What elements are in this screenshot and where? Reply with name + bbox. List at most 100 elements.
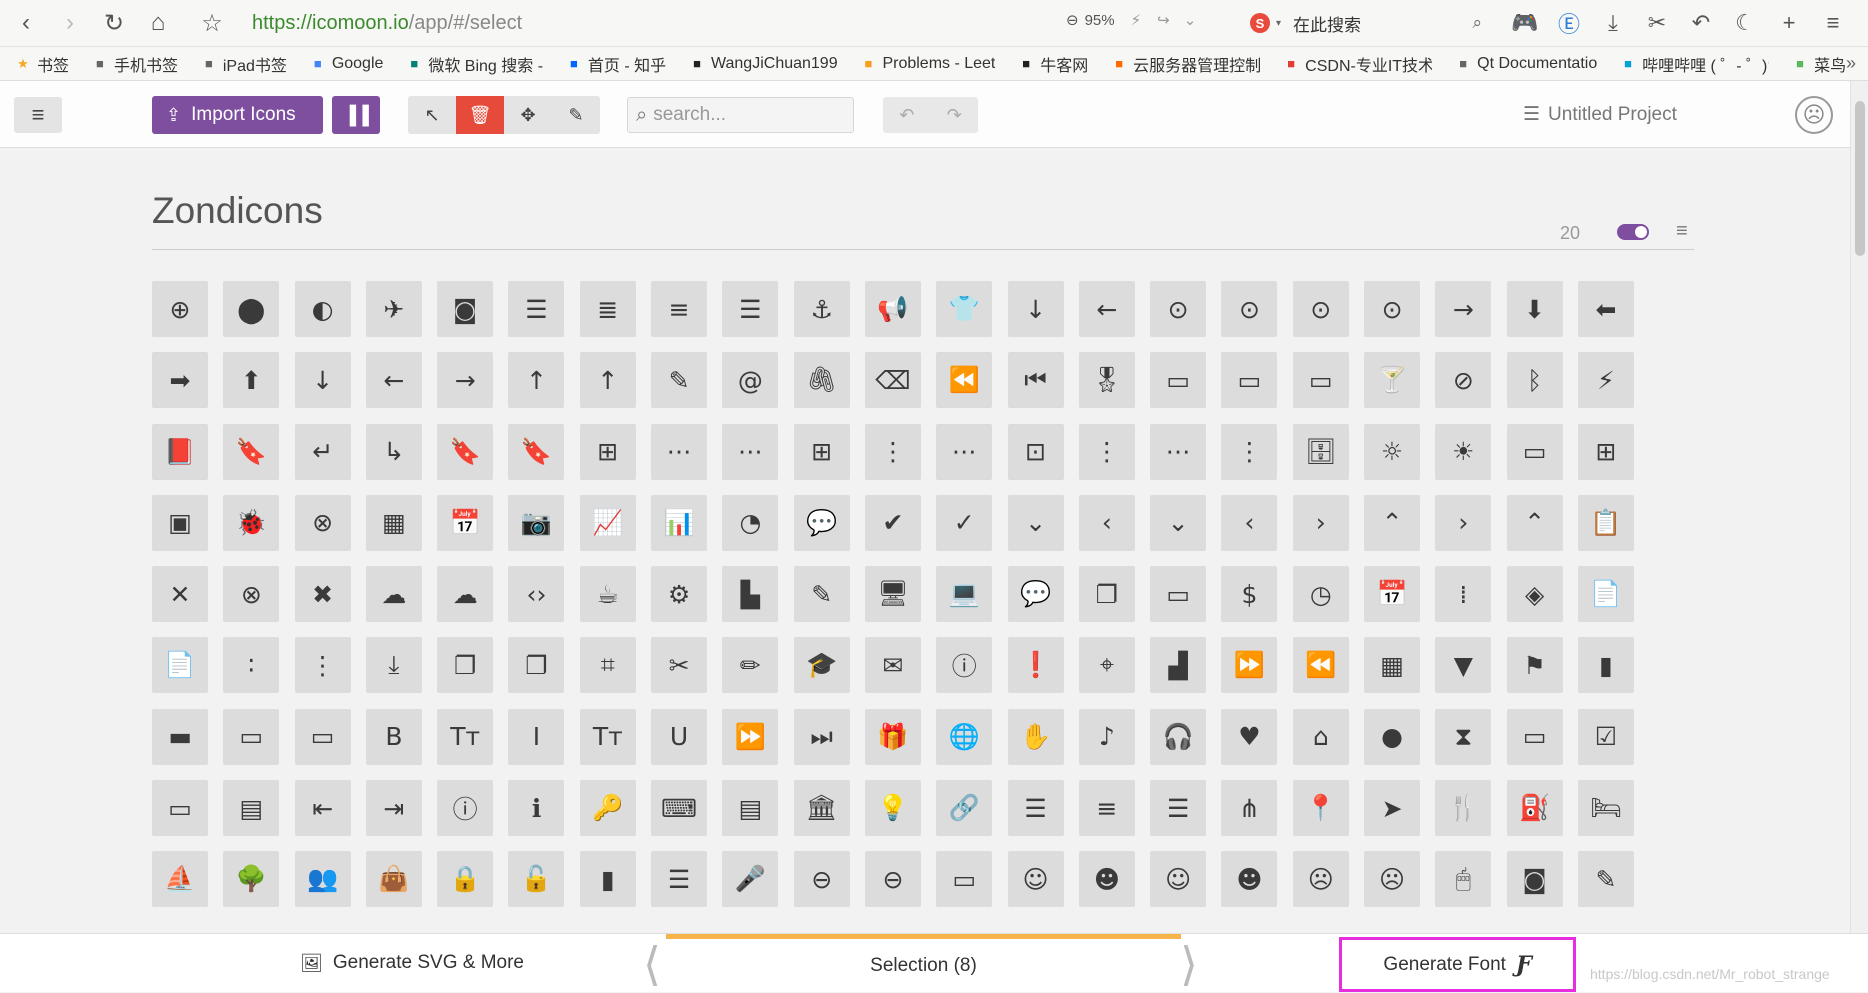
glyph-tile[interactable]: 📊 — [651, 494, 708, 551]
selection-button[interactable]: Selection (8) — [666, 934, 1181, 993]
glyph-tile[interactable]: ☰ — [508, 281, 565, 337]
glyph-tile[interactable]: I — [508, 708, 565, 765]
glyph-tile[interactable]: ☼ — [1364, 423, 1421, 480]
glyph-tile[interactable]: ▭ — [223, 708, 280, 765]
glyph-tile[interactable]: ⌖ — [1078, 637, 1135, 694]
glyph-tile[interactable]: 🎁 — [864, 708, 921, 765]
glyph-tile[interactable]: ⓘ — [437, 780, 494, 837]
glyph-tile[interactable]: ▮ — [1577, 637, 1634, 694]
glyph-tile[interactable]: ▭ — [1506, 708, 1563, 765]
glyph-tile[interactable]: ⊘ — [1435, 352, 1492, 409]
glyph-tile[interactable]: ☺ — [1007, 851, 1064, 908]
glyph-tile[interactable]: ⊖ — [793, 851, 850, 908]
glyph-tile[interactable]: ◔ — [722, 494, 779, 551]
selection-prev-icon[interactable]: ⟨ — [643, 941, 661, 987]
glyph-tile[interactable]: ▤ — [722, 780, 779, 837]
glyph-tile[interactable]: ✎ — [651, 352, 708, 409]
glyph-tile[interactable]: ≡ — [1078, 780, 1135, 837]
glyph-tile[interactable]: ⌗ — [579, 637, 636, 694]
glyph-tile[interactable]: 📄 — [1577, 566, 1634, 623]
forward-icon[interactable]: › — [48, 0, 92, 46]
bookmark-item[interactable]: ■ WangJiChuan199 — [688, 55, 837, 73]
glyph-tile[interactable]: ⊙ — [1150, 281, 1207, 337]
bookmark-item[interactable]: ■ Qt Documentatio — [1454, 55, 1597, 73]
browser-search[interactable]: S ▾ 在此搜索 ⌕ — [1250, 9, 1490, 37]
glyph-tile[interactable]: 💻 — [936, 566, 993, 623]
glyph-tile[interactable]: ‹ — [1078, 494, 1135, 551]
glyph-tile[interactable]: › — [1292, 494, 1349, 551]
glyph-tile[interactable]: ⋮ — [1221, 423, 1278, 480]
glyph-tile[interactable]: 🔖 — [508, 423, 565, 480]
glyph-tile[interactable]: ✎ — [793, 566, 850, 623]
glyph-tile[interactable]: ✋ — [1007, 708, 1064, 765]
glyph-tile[interactable]: ↓ — [1007, 281, 1064, 337]
glyph-tile[interactable]: ⏭ — [793, 708, 850, 765]
icon-search-input[interactable] — [653, 104, 834, 126]
glyph-tile[interactable]: ☑ — [1577, 708, 1634, 765]
icon-library-button[interactable]: ▐▐ — [332, 96, 380, 134]
glyph-tile[interactable]: ≣ — [579, 281, 636, 337]
glyph-tile[interactable]: ⌂ — [1292, 708, 1349, 765]
glyph-tile[interactable]: ⚡ — [1577, 352, 1634, 409]
glyph-tile[interactable]: ❐ — [437, 637, 494, 694]
glyph-tile[interactable]: ☰ — [1150, 780, 1207, 837]
glyph-tile[interactable]: ⓘ — [936, 637, 993, 694]
glyph-tile[interactable]: ⇤ — [294, 780, 351, 837]
redo-button[interactable]: ↷ — [931, 97, 979, 133]
glyph-tile[interactable]: ☰ — [1007, 780, 1064, 837]
reload-icon[interactable]: ↻ — [92, 0, 136, 46]
zoom-indicator[interactable]: ⊖ 95% ⚡ ↪ ⌄ — [1066, 11, 1197, 30]
glyph-tile[interactable]: 🔖 — [223, 423, 280, 480]
search-icon[interactable]: ⌕ — [1472, 13, 1482, 33]
glyph-tile[interactable]: ⊞ — [793, 423, 850, 480]
glyph-tile[interactable]: ☹ — [1364, 851, 1421, 908]
icon-search-box[interactable]: ⌕ — [627, 97, 854, 133]
chevron-down-icon[interactable]: ⌄ — [1184, 11, 1197, 29]
glyph-tile[interactable]: 🔓 — [508, 851, 565, 908]
icon-set-toggle[interactable] — [1617, 224, 1649, 240]
glyph-tile[interactable]: ⌃ — [1364, 494, 1421, 551]
glyph-tile[interactable]: ⌄ — [1150, 494, 1207, 551]
glyph-tile[interactable]: 🎧 — [1150, 708, 1207, 765]
download-icon[interactable]: ⤓ — [1592, 4, 1634, 42]
glyph-tile[interactable]: ⋮ — [864, 423, 921, 480]
import-icons-button[interactable]: ⇪ Import Icons — [152, 96, 323, 134]
glyph-tile[interactable]: ▙ — [722, 566, 779, 623]
bookmark-star-icon[interactable]: ☆ — [190, 0, 234, 46]
glyph-tile[interactable]: ← — [365, 352, 422, 409]
translate-icon[interactable]: Ⓔ — [1548, 4, 1590, 42]
glyph-tile[interactable]: 📢 — [864, 281, 921, 337]
glyph-tile[interactable]: ‹› — [508, 566, 565, 623]
glyph-tile[interactable]: $ — [1221, 566, 1278, 623]
glyph-tile[interactable]: ↵ — [294, 423, 351, 480]
glyph-tile[interactable]: ▮ — [579, 851, 636, 908]
glyph-tile[interactable]: ❐ — [508, 637, 565, 694]
glyph-tile[interactable]: ➤ — [1364, 780, 1421, 837]
glyph-tile[interactable]: ⋯ — [1150, 423, 1207, 480]
glyph-tile[interactable]: ⌫ — [864, 352, 921, 409]
glyph-tile[interactable]: 👜 — [365, 851, 422, 908]
glyph-tile[interactable]: ▟ — [1150, 637, 1207, 694]
bookmark-item[interactable]: ■ 菜鸟 — [1791, 52, 1846, 76]
glyph-tile[interactable]: ⊗ — [294, 494, 351, 551]
glyph-tile[interactable]: ◈ — [1506, 566, 1563, 623]
glyph-tile[interactable]: ⊞ — [1577, 423, 1634, 480]
glyph-tile[interactable]: ✈ — [365, 281, 422, 337]
browser-menu-icon[interactable]: ≡ — [1812, 4, 1854, 42]
bookmark-item[interactable]: ■ iPad书签 — [200, 52, 287, 76]
share-icon[interactable]: ↪ — [1157, 11, 1170, 29]
glyph-tile[interactable]: 📈 — [579, 494, 636, 551]
undo-icon[interactable]: ↶ — [1680, 4, 1722, 42]
edit-mode-button[interactable]: ✎ — [552, 96, 600, 134]
back-icon[interactable]: ‹ — [4, 0, 48, 46]
glyph-tile[interactable]: 🐞 — [223, 494, 280, 551]
glyph-tile[interactable]: ⤓ — [365, 637, 422, 694]
glyph-tile[interactable]: 💬 — [1007, 566, 1064, 623]
glyph-tile[interactable]: › — [1435, 494, 1492, 551]
glyph-tile[interactable]: ⋯ — [722, 423, 779, 480]
game-icon[interactable]: 🎮 — [1504, 4, 1546, 42]
glyph-tile[interactable]: ⊖ — [864, 851, 921, 908]
glyph-tile[interactable]: 🏛 — [793, 780, 850, 837]
glyph-tile[interactable]: ⬆ — [223, 352, 280, 409]
user-avatar[interactable]: ☹ — [1795, 96, 1833, 134]
